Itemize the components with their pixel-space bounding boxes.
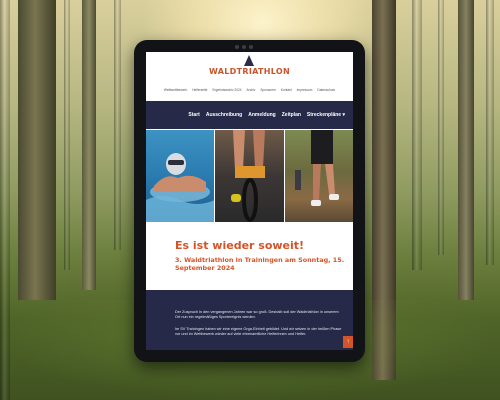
page-headline: Es ist wieder soweit! bbox=[175, 239, 305, 252]
main-navigation: Start Ausschreibung Anmeldung Zeitplan S… bbox=[146, 101, 353, 129]
topnav-item[interactable]: Sponsoren bbox=[260, 88, 275, 92]
swimmer-photo bbox=[146, 130, 215, 222]
topnav-item[interactable]: Weiltwettbewerb bbox=[164, 88, 187, 92]
topnav-item[interactable]: Datenschutz bbox=[317, 88, 335, 92]
orga-paragraph: Im SV Trainingen haben wir eine eigene O… bbox=[175, 327, 342, 337]
nav-streckenplaene[interactable]: Streckenpläne ▾ bbox=[307, 112, 345, 118]
sensor-dot bbox=[249, 45, 253, 49]
topnav-item[interactable]: Impressum bbox=[297, 88, 313, 92]
logo-tree-icon bbox=[244, 55, 254, 66]
tree-trunk bbox=[438, 0, 444, 255]
nav-zeitplan[interactable]: Zeitplan bbox=[282, 112, 301, 118]
tree-trunk bbox=[18, 0, 56, 300]
tree-trunk bbox=[64, 0, 70, 270]
tree-trunk bbox=[82, 0, 96, 290]
topnav-item[interactable]: Archiv bbox=[247, 88, 256, 92]
website-screen: WALDTRIATHLON Weiltwettbewerb Helferseit… bbox=[146, 52, 353, 350]
tree-trunk bbox=[114, 0, 121, 250]
tree-trunk bbox=[458, 0, 474, 300]
top-navigation: Weiltwettbewerb Helferseite Ergebnisarch… bbox=[146, 88, 353, 92]
runner-photo bbox=[284, 130, 353, 222]
tablet-device: WALDTRIATHLON Weiltwettbewerb Helferseit… bbox=[134, 40, 365, 362]
camera-icon bbox=[242, 45, 246, 49]
event-subheadline: 3. Waldtriathlon in Trainingen am Sonnta… bbox=[175, 256, 345, 273]
intro-paragraph: Der Zuspruch in den vergangenen Jahren w… bbox=[175, 310, 339, 320]
scroll-to-top-button[interactable]: ↑ bbox=[343, 336, 353, 348]
topnav-item[interactable]: Kontakt bbox=[281, 88, 292, 92]
topnav-item[interactable]: Helferseite bbox=[192, 88, 207, 92]
sensor-dot bbox=[235, 45, 239, 49]
cyclist-photo bbox=[215, 130, 284, 222]
intro-section: Der Zuspruch in den vergangenen Jahren w… bbox=[146, 290, 353, 350]
nav-anmeldung[interactable]: Anmeldung bbox=[248, 112, 276, 118]
site-logo[interactable]: WALDTRIATHLON bbox=[146, 67, 353, 76]
hero-photo-strip bbox=[146, 130, 353, 222]
tree-trunk bbox=[486, 0, 494, 265]
nav-ausschreibung[interactable]: Ausschreibung bbox=[206, 112, 242, 118]
nav-start[interactable]: Start bbox=[188, 112, 199, 118]
tree-trunk bbox=[412, 0, 422, 270]
topnav-item[interactable]: Ergebnisarchiv 2024 bbox=[212, 88, 241, 92]
